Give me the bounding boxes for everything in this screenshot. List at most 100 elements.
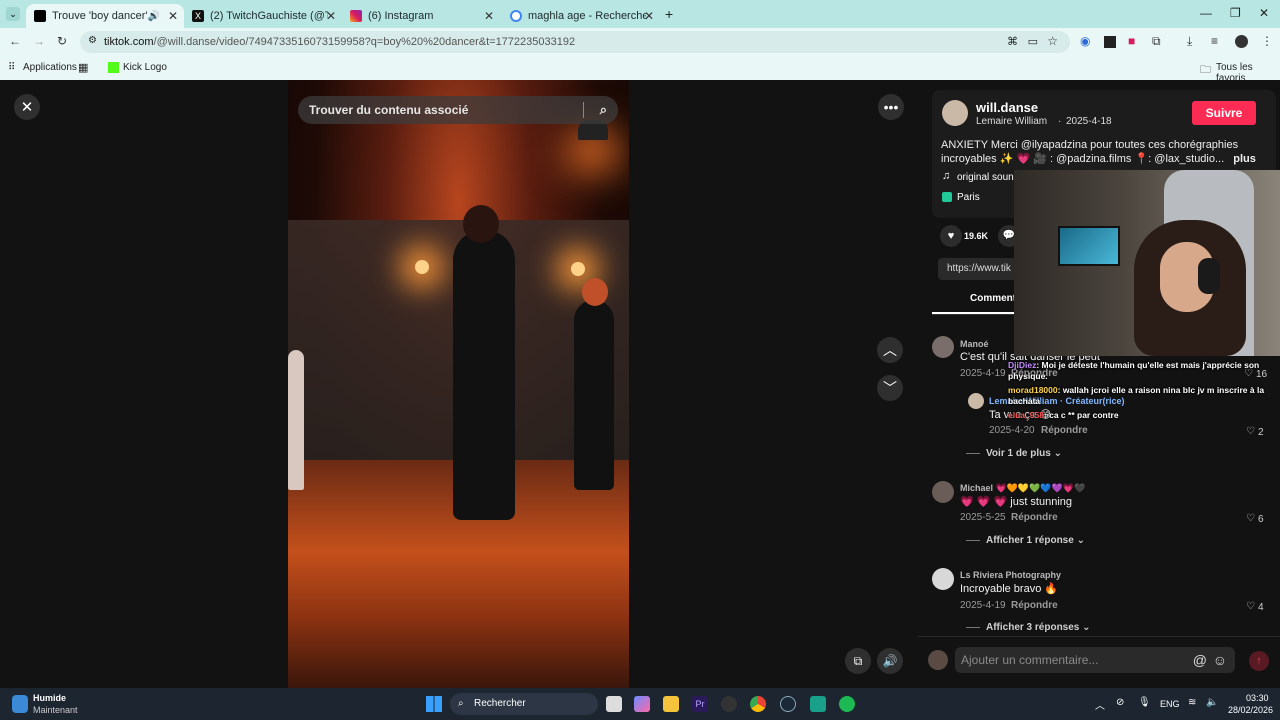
volume-icon[interactable]: 🔈 [1206,697,1218,708]
minimize-icon[interactable]: — [1200,6,1212,20]
steam-icon[interactable] [780,696,796,712]
show-replies[interactable]: Afficher 3 réponses ⌄ [966,622,1091,633]
video-player[interactable] [288,80,629,688]
close-video-button[interactable]: ✕ [14,94,40,120]
post-date: 2025-4-18 [1066,116,1112,127]
spotify-icon[interactable] [839,696,855,712]
menu-icon[interactable]: ⋮ [1261,34,1273,48]
comment-avatar[interactable] [932,568,954,590]
more-options-icon[interactable]: ••• [878,94,904,120]
sound-name[interactable]: original sound [957,172,1019,183]
more-link[interactable]: plus [1233,153,1256,165]
download-icon[interactable]: ⤓ [1187,34,1192,49]
tab-title: (6) Instagram [368,10,434,22]
app-icon[interactable] [810,696,826,712]
tab-tiktok[interactable]: Trouve 'boy dancer' sur Tik 🔊 ✕ [26,4,184,28]
next-video-button[interactable]: ﹀ [877,375,903,401]
show-replies[interactable]: Afficher 1 réponse ⌄ [966,535,1085,546]
grid-icon[interactable]: ▦ [78,61,88,74]
comment-avatar[interactable] [932,336,954,358]
comment-author[interactable]: Michael 💗🧡💛💚💙💜💗🖤 [960,483,1085,494]
comment-author[interactable]: Ls Riviera Photography [960,570,1061,580]
tab-instagram[interactable]: (6) Instagram ✕ [342,4,500,28]
mention-icon[interactable]: @ [1193,647,1207,673]
wifi-icon[interactable]: ≋ [1188,697,1196,708]
author-avatar[interactable] [942,100,968,126]
chevron-up-icon[interactable]: ︿ [1095,697,1105,712]
chrome-icon[interactable] [750,696,766,712]
puzzle-icon[interactable]: ⧉ [1152,34,1161,49]
comment-like-icon[interactable]: ♡ [1246,426,1255,437]
reply-button[interactable]: Répondre [1011,600,1058,611]
send-button[interactable]: ↑ [1249,651,1269,671]
new-tab-button[interactable]: + [665,6,673,22]
emoji-icon[interactable]: ☺ [1213,647,1227,673]
close-tab-icon[interactable]: ✕ [644,9,654,23]
restore-icon[interactable]: ❐ [1230,6,1241,20]
comment-like-icon[interactable]: ♡ [1246,601,1255,612]
weather-icon[interactable] [12,695,28,713]
reply-button[interactable]: Répondre [1041,425,1088,436]
comment-avatar[interactable] [932,481,954,503]
language-indicator[interactable]: ENG [1160,699,1180,709]
windows-start-icon[interactable] [426,696,442,712]
network-icon[interactable]: ⊘ [1116,697,1124,708]
close-tab-icon[interactable]: ✕ [326,9,336,23]
tab-comments[interactable]: Comment [970,293,1016,304]
tab-google[interactable]: maghla age - Recherche Googl ✕ [502,4,660,28]
taskbar-search-input[interactable]: ⌕ Rechercher [450,693,598,715]
tiktok-icon [34,10,46,22]
comment-input[interactable]: Ajouter un commentaire... @ ☺ [955,647,1235,673]
dancer-head [582,278,608,306]
bookmark-star-icon[interactable]: ☆ [1047,34,1058,48]
view-more-replies[interactable]: Voir 1 de plus ⌄ [966,448,1062,459]
chat-message: elua_958: ca c ** par contre [1008,410,1278,421]
previous-video-button[interactable]: ︿ [877,337,903,363]
extension-icon[interactable]: ◉ [1080,34,1090,48]
premiere-icon[interactable]: Pr [692,696,708,712]
search-icon[interactable]: ⌕ [600,102,607,118]
reply-button[interactable]: Répondre [1011,512,1058,523]
widgets-icon[interactable] [634,696,650,712]
volume-icon[interactable]: 🔊 [877,648,903,674]
file-explorer-icon[interactable] [663,696,679,712]
close-tab-icon[interactable]: ✕ [484,9,494,23]
task-view-icon[interactable] [606,696,622,712]
address-bar[interactable]: ⚙ tiktok.com /@will.danse/video/74947335… [80,31,1070,53]
comment-text: 💗 💗 💗 just stunning [960,496,1073,508]
close-window-icon[interactable]: ✕ [1259,6,1269,20]
obs-icon[interactable] [721,696,737,712]
tab-strip: ⌄ Trouve 'boy dancer' sur Tik 🔊 ✕ X (2) … [0,0,1280,28]
back-icon[interactable]: ← [9,34,21,48]
mic-icon[interactable]: 🎙 [1138,697,1151,708]
bookmarks-bar: ⠿ Applications ▦ Kick Logo 🗀 Tous les fa… [0,56,1280,84]
reload-icon[interactable]: ↻ [57,34,67,48]
follow-button[interactable]: Suivre [1192,101,1256,125]
tab-search-button[interactable]: ⌄ [6,7,20,21]
pip-icon[interactable]: ⧉ [845,648,871,674]
extension-icon[interactable] [1104,36,1116,48]
related-search-input[interactable]: Trouver du contenu associé ⌕ [298,96,618,124]
cast-icon[interactable]: ▭ [1028,35,1038,48]
reading-list-icon[interactable]: ≡ [1211,34,1218,48]
clock-date[interactable]: 28/02/2026 [1228,705,1273,715]
location-name[interactable]: Paris [957,192,980,203]
extension-icon[interactable]: ■ [1128,34,1135,48]
author-username[interactable]: will.danse [976,100,1038,115]
close-tab-icon[interactable]: ✕ [168,9,178,23]
site-info-icon[interactable]: ⚙ [88,35,97,46]
bookmark-kick-logo[interactable]: Kick Logo [123,62,167,73]
apps-icon[interactable]: ⠿ [8,62,15,73]
comment-like-icon[interactable]: ♡ [1246,513,1255,524]
comment-author[interactable]: Manoé [960,339,989,349]
tab-twitter[interactable]: X (2) TwitchGauchiste (@TwitchG ✕ [184,4,342,28]
translate-icon[interactable]: ⌘ [1007,35,1018,48]
meta-separator: · [1058,116,1062,127]
profile-avatar[interactable] [1235,35,1248,48]
clock-time[interactable]: 03:30 [1246,693,1269,703]
comment-avatar[interactable] [968,393,984,409]
heart-icon[interactable]: ♥ [940,225,962,247]
bookmark-applications[interactable]: Applications [23,62,77,73]
dancer-figure [574,300,614,490]
forward-icon[interactable]: → [33,34,45,48]
